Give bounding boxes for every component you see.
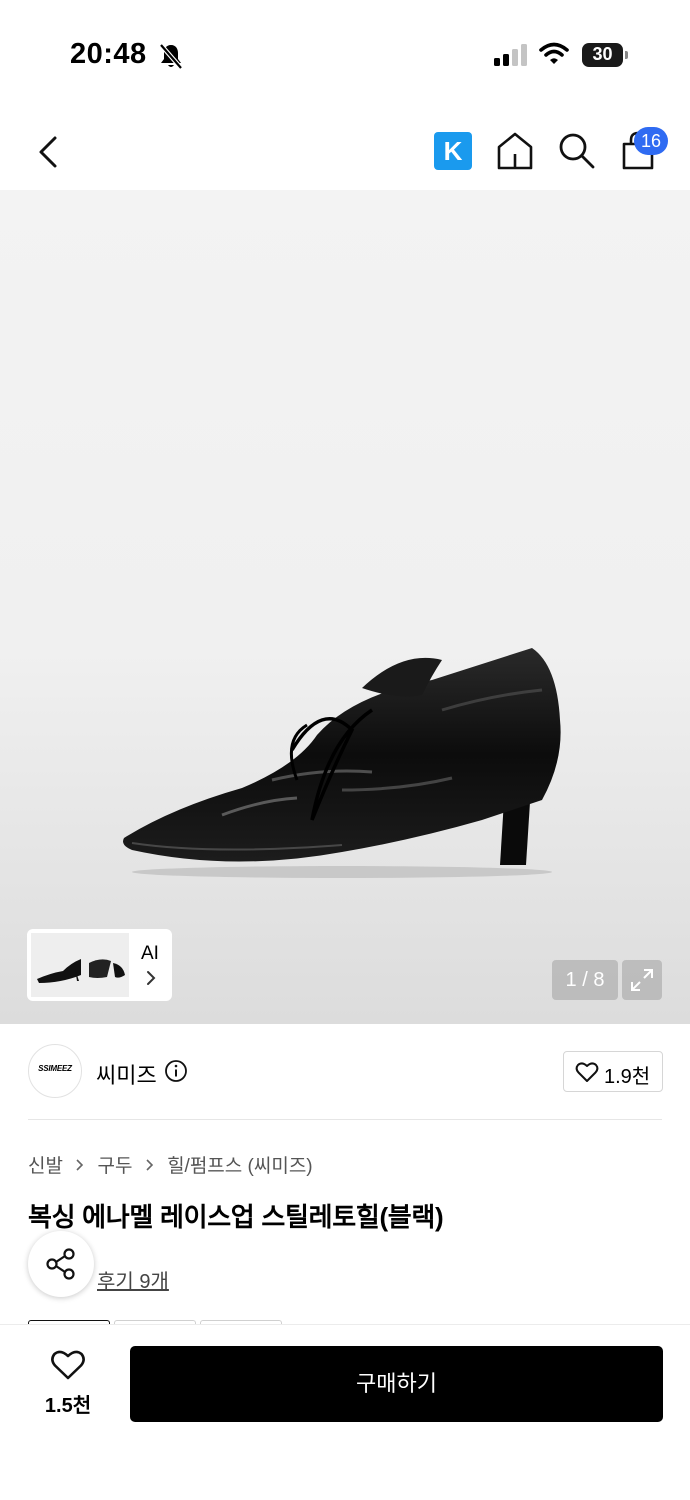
thumbnail-image — [31, 933, 129, 997]
breadcrumb-item-dress-shoes[interactable]: 구두 — [98, 1156, 133, 1177]
chevron-right-icon — [75, 1156, 85, 1178]
bottom-action-bar: 1.5천 구매하기 — [0, 1324, 690, 1500]
k-logo-button[interactable]: K — [434, 132, 472, 170]
search-button[interactable] — [557, 131, 597, 171]
battery-level: 30 — [592, 44, 613, 64]
breadcrumb: 신발 구두 힐/펌프스 (씨미즈) — [28, 1151, 313, 1178]
home-icon — [497, 132, 533, 170]
wishlist-count: 1.5천 — [44, 1395, 92, 1417]
divider — [28, 1119, 662, 1120]
ai-thumbnail-button[interactable]: AI — [27, 929, 172, 1001]
product-shoe-image — [112, 640, 572, 890]
brand-logo[interactable]: SSIMEEZ — [28, 1044, 82, 1098]
bell-off-icon — [158, 42, 184, 75]
breadcrumb-item-shoes[interactable]: 신발 — [28, 1156, 63, 1177]
heart-icon — [575, 1062, 599, 1082]
home-button[interactable] — [495, 130, 535, 172]
image-page-indicator: 1 / 8 — [552, 960, 618, 1000]
review-link[interactable]: 후기 9개 — [97, 1265, 169, 1294]
brand-name[interactable]: 씨미즈 — [96, 1058, 157, 1090]
heart-icon — [51, 1350, 85, 1380]
chevron-right-icon — [145, 969, 157, 992]
expand-icon — [631, 969, 653, 991]
back-chevron-icon — [39, 136, 57, 168]
brand-like-count: 1.9천 — [604, 1066, 651, 1088]
back-button[interactable] — [30, 130, 70, 174]
breadcrumb-item-heels[interactable]: 힐/펌프스 (씨미즈) — [167, 1156, 313, 1177]
battery-icon: 30 — [582, 43, 628, 67]
expand-image-button[interactable] — [622, 960, 662, 1000]
status-time: 20:48 — [70, 38, 147, 70]
search-icon — [559, 133, 595, 169]
buy-button[interactable]: 구매하기 — [130, 1346, 663, 1422]
signal-icon — [494, 44, 528, 71]
wifi-icon — [539, 42, 569, 71]
share-button[interactable] — [28, 1231, 94, 1297]
chevron-right-icon — [145, 1156, 155, 1178]
info-icon[interactable] — [164, 1059, 188, 1088]
product-title: 복싱 에나멜 레이스업 스틸레토힐(블랙) — [28, 1202, 444, 1232]
product-image-gallery[interactable] — [0, 190, 690, 1024]
status-bar: 20:48 30 — [0, 0, 690, 110]
brand-like-button[interactable]: 1.9천 — [563, 1051, 663, 1092]
wishlist-button[interactable]: 1.5천 — [28, 1349, 108, 1421]
cart-count-badge: 16 — [634, 127, 668, 155]
ai-label: AI — [141, 943, 159, 964]
share-icon — [46, 1248, 75, 1280]
